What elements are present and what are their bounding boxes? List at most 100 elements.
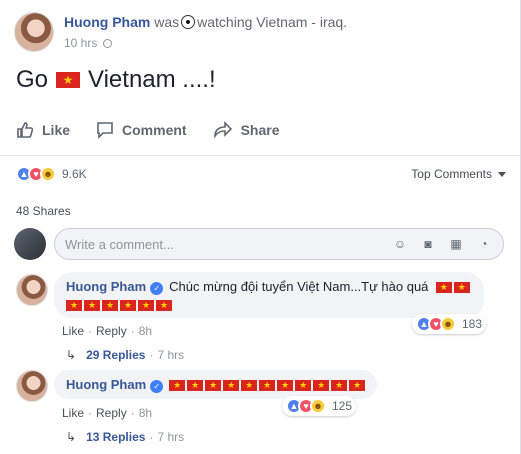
vietnam-flag-icon (102, 298, 118, 312)
activity-prefix: was (154, 14, 180, 30)
thumbs-up-icon (17, 122, 34, 138)
view-replies[interactable]: ↳ 13 Replies · 7 hrs (66, 430, 184, 444)
comment-composer: Write a comment... ☺ ◙ ▦ ◔ (14, 228, 504, 260)
replies-link[interactable]: 13 Replies (86, 430, 145, 444)
share-button[interactable]: Share (213, 121, 280, 139)
comment-line-2 (66, 298, 472, 312)
vietnam-flag-icon (259, 378, 276, 392)
sort-label: Top Comments (411, 167, 492, 181)
vietnam-flag-icon (241, 378, 258, 392)
globe-icon (103, 39, 113, 48)
comment-reaction-summary[interactable]: ▲ ♥ ☻ 125 (282, 396, 357, 416)
reaction-summary[interactable]: ▲ ♥ ☻ 9.6K (16, 166, 87, 182)
post-header-text: Huong Pham was watching Vietnam - iraq. 1… (64, 12, 347, 52)
sticker-icon[interactable]: ◔ (475, 235, 493, 253)
view-replies[interactable]: ↳ 29 Replies · 7 hrs (66, 348, 184, 362)
post-author[interactable]: Huong Pham (64, 14, 150, 30)
share-icon (213, 121, 232, 139)
verified-badge-icon: ✓ (150, 380, 164, 393)
comment-text: Chúc mừng đội tuyển Việt Nam...Tự hào qu… (169, 279, 429, 294)
author-avatar[interactable] (14, 12, 54, 52)
comment-flags-inline (435, 280, 470, 294)
post-card: Huong Pham was watching Vietnam - iraq. 1… (0, 0, 521, 454)
replies-time: 7 hrs (157, 430, 185, 444)
soccer-ball-icon (181, 15, 196, 29)
vietnam-flag-icon (66, 298, 82, 312)
comment-reply-link[interactable]: Reply (96, 324, 127, 338)
vietnam-flag-icon (435, 280, 452, 294)
comment-time[interactable]: 8h (139, 324, 152, 338)
vietnam-flag-icon (331, 378, 348, 392)
comment-bubble: Huong Pham ✓ Chúc mừng đội tuyển Việt Nam.… (54, 272, 484, 318)
vietnam-flag-icon (187, 378, 204, 392)
post-header-area: Huong Pham was watching Vietnam - iraq. 1… (0, 0, 520, 156)
vietnam-flag-icon (453, 280, 470, 294)
shares-count[interactable]: 48 Shares (16, 204, 71, 218)
verified-badge-icon: ✓ (150, 282, 164, 295)
replies-time: 7 hrs (157, 348, 185, 362)
activity-text: watching Vietnam - iraq. (197, 14, 348, 30)
post-time[interactable]: 10 hrs (64, 36, 97, 50)
reply-arrow-icon: ↳ (66, 430, 77, 444)
vietnam-flag-icon (120, 298, 136, 312)
haha-reaction-icon: ☻ (40, 166, 56, 182)
comment-flags-line2 (66, 298, 172, 312)
chevron-down-icon (498, 171, 506, 177)
post-meta-row: ▲ ♥ ☻ 9.6K Top Comments (16, 164, 506, 184)
post-text-before: Go (16, 66, 49, 93)
reaction-count: 9.6K (62, 167, 87, 181)
comment-button[interactable]: Comment (96, 121, 187, 139)
comment-label: Comment (122, 122, 187, 138)
top-comments-dropdown[interactable]: Top Comments (411, 167, 506, 181)
reply-arrow-icon: ↳ (66, 348, 77, 362)
vietnam-flag-icon (277, 378, 294, 392)
comment-icon (97, 122, 113, 139)
vietnam-flag-icon (313, 378, 330, 392)
comment-author-avatar[interactable] (16, 370, 48, 402)
gif-icon[interactable]: ▦ (447, 235, 465, 253)
vietnam-flag-icon (295, 378, 312, 392)
comment-reaction-count: 183 (462, 317, 483, 331)
current-user-avatar (14, 228, 46, 260)
vietnam-flag-icon (84, 298, 100, 312)
post-activity-line: Huong Pham was watching Vietnam - iraq. (64, 14, 347, 30)
comment-2: Huong Pham ✓ ▲ ♥ ☻ 125 Like·Reply·8h ↳ 13… (14, 370, 504, 448)
haha-reaction-icon: ☻ (310, 398, 326, 414)
comment-author-avatar[interactable] (16, 274, 48, 306)
vietnam-flag-icon (156, 298, 172, 312)
post-text-after: Vietnam ....! (88, 66, 216, 93)
comment-reaction-count: 125 (332, 399, 353, 413)
comment-author[interactable]: Huong Pham (66, 279, 146, 294)
comment-flags-inline (169, 378, 366, 392)
post-text: Go Vietnam ....! (16, 66, 216, 94)
vietnam-flag-icon (56, 72, 81, 88)
vietnam-flag-icon (223, 378, 240, 392)
comment-author[interactable]: Huong Pham (66, 377, 146, 392)
like-label: Like (42, 122, 71, 138)
like-button[interactable]: Like (16, 121, 70, 139)
comment-bubble: Huong Pham ✓ (54, 370, 378, 399)
haha-reaction-icon: ☻ (440, 316, 456, 332)
post-header: Huong Pham was watching Vietnam - iraq. 1… (14, 12, 347, 52)
comment-reaction-summary[interactable]: ▲ ♥ ☻ 183 (412, 314, 487, 334)
comment-1: Huong Pham ✓ Chúc mừng đội tuyển Việt Nam.… (14, 272, 504, 364)
vietnam-flag-icon (349, 378, 366, 392)
share-label: Share (240, 122, 280, 138)
vietnam-flag-icon (169, 378, 186, 392)
camera-icon[interactable]: ◙ (419, 235, 437, 253)
comment-like-link[interactable]: Like (62, 324, 84, 338)
comment-line-1: Huong Pham ✓ Chúc mừng đội tuyển Việt Nam.… (66, 279, 472, 295)
comment-placeholder: Write a comment... (65, 236, 174, 252)
composer-tools: ☺ ◙ ▦ ◔ (391, 235, 493, 253)
comment-input[interactable]: Write a comment... ☺ ◙ ▦ ◔ (54, 228, 504, 260)
comment-reply-link[interactable]: Reply (96, 406, 127, 420)
vietnam-flag-icon (205, 378, 222, 392)
replies-link[interactable]: 29 Replies (86, 348, 145, 362)
comment-like-link[interactable]: Like (62, 406, 84, 420)
vietnam-flag-icon (138, 298, 154, 312)
post-actions: Like Comment Share (16, 121, 306, 139)
comment-actions: Like · Reply · 8h (62, 324, 153, 338)
comment-time[interactable]: 8h (139, 406, 152, 420)
emoji-icon[interactable]: ☺ (391, 235, 409, 253)
post-time-line: 10 hrs (64, 36, 347, 50)
